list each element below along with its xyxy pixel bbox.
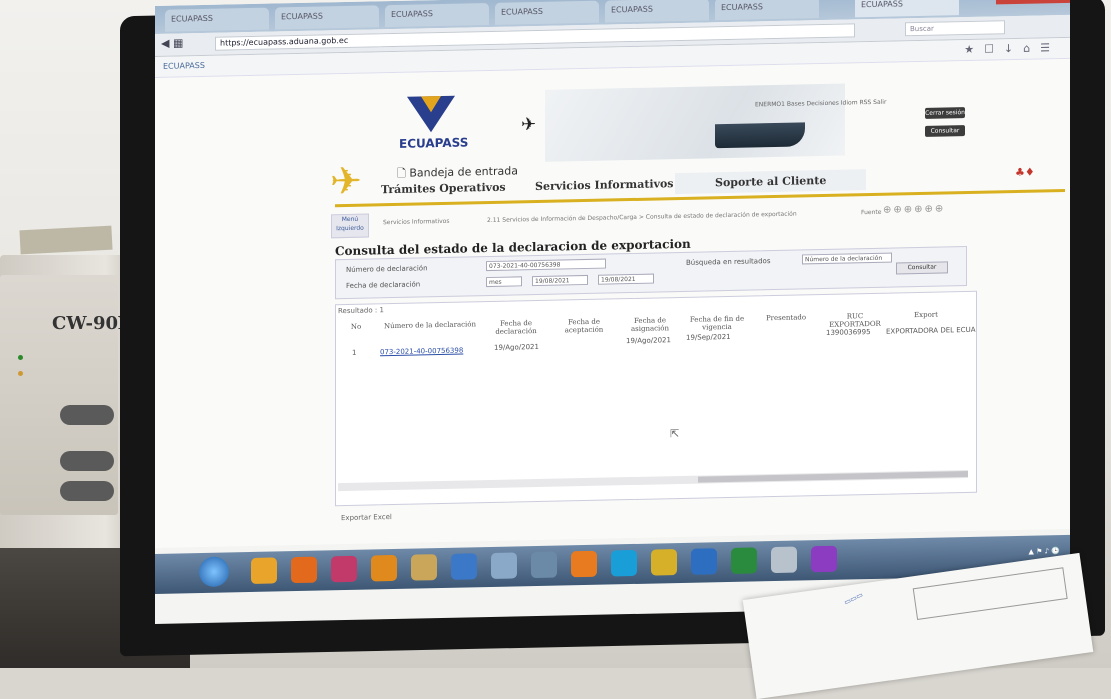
app-icon[interactable] — [531, 551, 557, 579]
horizontal-scrollbar[interactable] — [338, 469, 968, 492]
browser-tab[interactable]: ECUAPASS — [385, 3, 489, 28]
excel-icon[interactable] — [731, 547, 757, 574]
browser-tab[interactable]: ECUAPASS — [495, 0, 599, 25]
app-icon[interactable] — [491, 552, 517, 579]
start-button-icon[interactable] — [199, 556, 229, 588]
toolbar-icons[interactable]: ★☐↓⌂☰ — [964, 41, 1060, 56]
back-icon[interactable]: ◀ ▦ — [161, 36, 183, 49]
led-light — [18, 371, 23, 376]
device-button — [60, 481, 114, 501]
table-cell: 1 — [352, 348, 357, 357]
font-size-icons[interactable]: ⊕⊕⊕⊕⊕⊕ — [883, 203, 945, 215]
form-table — [912, 567, 1068, 621]
table-cell: 19/Sep/2021 — [686, 332, 731, 342]
browser-tab[interactable]: ECUAPASS — [605, 0, 709, 23]
media-player-icon[interactable] — [571, 550, 597, 578]
app-icon[interactable] — [451, 553, 477, 580]
skype-icon[interactable] — [611, 549, 637, 577]
tape — [19, 225, 113, 255]
scrollbar-thumb[interactable] — [698, 470, 968, 483]
menu-servicios[interactable]: Servicios Informativos — [535, 177, 674, 193]
column-header: Fecha de aceptación — [564, 317, 604, 335]
column-header: Presentado — [765, 313, 807, 323]
device-button — [60, 451, 114, 471]
logo-mark-accent — [421, 96, 441, 113]
column-header: Fecha de fin de vigencia — [689, 314, 745, 332]
browser-tab[interactable]: ECUAPASS — [275, 5, 379, 30]
consultar-button[interactable]: Consultar — [896, 261, 948, 275]
airplane-icon: ✈ — [521, 114, 537, 136]
column-header: No — [350, 322, 362, 331]
column-header: RUC EXPORTADOR — [829, 312, 881, 329]
app-icon[interactable] — [331, 555, 357, 583]
logout-button[interactable]: Cerrar sesión — [925, 107, 965, 119]
decor-icon: ♣♦ — [1015, 165, 1035, 179]
folder-icon[interactable] — [411, 554, 437, 581]
browser-tab-active[interactable]: ECUAPASS — [855, 0, 959, 18]
breadcrumb-path: 2.11 Servicios de Información de Despach… — [487, 210, 797, 225]
ecuapass-logo: ECUAPASS — [393, 95, 469, 153]
mouse-cursor-icon: ⇱ — [670, 427, 680, 441]
bookmark-item[interactable]: ECUAPASS — [163, 61, 205, 71]
device-button — [60, 405, 114, 425]
top-links[interactable]: ENERMO1 Bases Decisiones Idiom RSS Salir — [755, 99, 886, 109]
browser-tab[interactable]: ECUAPASS — [165, 7, 269, 32]
export-excel-button[interactable]: Exportar Excel — [341, 513, 392, 522]
system-tray[interactable]: ▲ ⚑ ♪ 🕒 — [1028, 547, 1060, 556]
device-panel — [0, 275, 118, 515]
results-count: Resultado : 1 — [338, 306, 384, 316]
consult-top-button[interactable]: Consultar — [925, 125, 965, 137]
busqueda-select[interactable]: Número de la declaración — [802, 252, 892, 265]
menu-soporte[interactable]: Soporte al Cliente — [675, 169, 867, 195]
num-label: Número de declaración — [346, 264, 428, 274]
app-icon[interactable] — [771, 546, 797, 574]
column-header: Export — [914, 310, 938, 320]
led-light — [18, 355, 23, 360]
results-table: Resultado : 1 No Número de la declaració… — [335, 290, 977, 507]
app-icon[interactable] — [811, 545, 837, 573]
app-icon[interactable] — [651, 549, 677, 576]
ship-image — [715, 122, 805, 149]
table-cell: 19/Ago/2021 — [494, 342, 539, 352]
chrome-icon[interactable] — [251, 557, 277, 584]
column-header: Fecha de asignación — [630, 316, 670, 334]
stamp: ▭▭▭ — [842, 590, 865, 607]
window-close-button[interactable] — [996, 0, 1070, 5]
word-icon[interactable] — [691, 548, 717, 575]
table-cell: EXPORTADORA DEL ECUA — [886, 325, 976, 336]
fecha-select[interactable]: mes — [486, 276, 522, 288]
busqueda-label: Búsqueda en resultados — [686, 257, 771, 267]
search-input[interactable]: Buscar — [905, 20, 1005, 37]
monitor-screen: ECUAPASS ECUAPASS ECUAPASS ECUAPASS ECUA… — [155, 0, 1070, 624]
browser-tab[interactable]: ECUAPASS — [715, 0, 819, 21]
column-header: Número de la declaración — [383, 320, 477, 331]
logo-text: ECUAPASS — [399, 135, 469, 151]
font-label: Fuente — [861, 208, 882, 217]
table-cell: 19/Ago/2021 — [626, 336, 671, 346]
app-icon[interactable] — [371, 554, 397, 582]
declaracion-link[interactable]: 073-2021-40-00756398 — [380, 347, 463, 357]
breadcrumb-item[interactable]: Servicios Informativos — [383, 218, 449, 226]
fecha-label: Fecha de declaración — [346, 280, 421, 290]
menu-tramites[interactable]: Trámites Operativos — [381, 181, 506, 197]
table-cell: 1390036995 — [826, 328, 871, 337]
column-header: Fecha de declaración — [495, 319, 537, 336]
page-content: ECUAPASS ✈ ENERMO1 Bases Decisiones Idio… — [155, 58, 1070, 548]
menu-izquierdo-button[interactable]: Menú Izquierdo — [331, 213, 369, 239]
firefox-icon[interactable] — [291, 556, 317, 584]
fecha-hasta-input[interactable]: 19/08/2021 — [598, 273, 654, 285]
num-declaracion-input[interactable]: 073-2021-40-00756398 — [486, 258, 606, 272]
fecha-desde-input[interactable]: 19/08/2021 — [532, 274, 588, 287]
